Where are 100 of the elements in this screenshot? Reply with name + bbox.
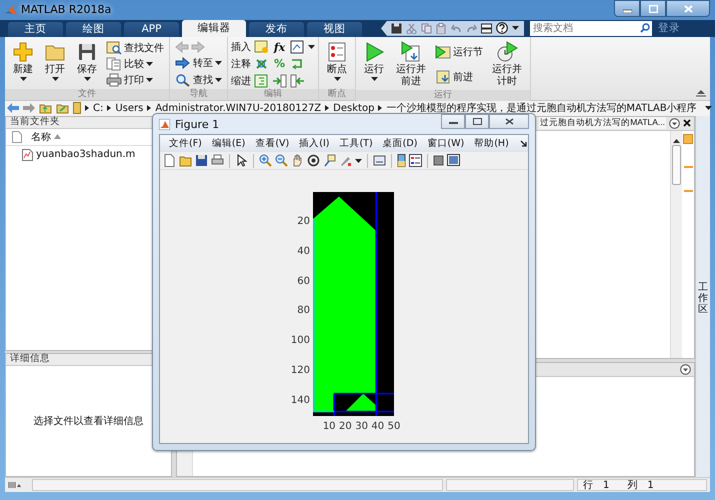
- path-segment[interactable]: Desktop: [333, 102, 374, 114]
- ribbon-button[interactable]: 打印: [104, 72, 166, 88]
- smart-indent-icon[interactable]: [254, 74, 269, 88]
- close-icon[interactable]: [683, 119, 691, 128]
- dropdown-caret-icon[interactable]: [20, 76, 26, 81]
- up-folder-icon[interactable]: [39, 102, 52, 114]
- workspace-tab[interactable]: 工作区: [698, 120, 708, 478]
- run-section-icon[interactable]: [435, 45, 451, 60]
- dropdown-caret-icon[interactable]: [308, 45, 315, 50]
- zoom-out-icon[interactable]: [275, 154, 288, 167]
- indent-icon[interactable]: [272, 74, 287, 88]
- ribbon-tab[interactable]: 主页: [8, 22, 63, 37]
- plus-icon[interactable]: [12, 40, 34, 63]
- caret-icon[interactable]: [355, 158, 362, 162]
- legend-icon[interactable]: [409, 154, 422, 167]
- data-cursor-icon[interactable]: [323, 154, 336, 167]
- menu-item[interactable]: 文件(F): [164, 137, 207, 150]
- dropdown-caret-icon[interactable]: [334, 76, 340, 81]
- menu-item[interactable]: 编辑(E): [206, 137, 250, 150]
- ribbon-button[interactable]: 查找文件: [104, 40, 166, 56]
- ribbon-tab[interactable]: 绘图: [66, 22, 121, 37]
- table-icon[interactable]: [290, 40, 305, 54]
- colorbar-icon[interactable]: [397, 154, 406, 167]
- new-figure-icon[interactable]: [163, 154, 176, 167]
- back-icon[interactable]: [7, 103, 19, 114]
- open-file-icon[interactable]: [179, 154, 192, 167]
- find-file-icon[interactable]: [106, 40, 122, 55]
- menu-item[interactable]: 桌面(D): [378, 137, 422, 150]
- search-icon[interactable]: [175, 72, 191, 87]
- menu-item[interactable]: 工具(T): [334, 137, 378, 150]
- file-item[interactable]: yuanbao3shadun.m: [36, 149, 136, 160]
- maximize-button[interactable]: [640, 0, 666, 17]
- sign-in-link[interactable]: 登录: [658, 21, 680, 36]
- breakpoint-icon[interactable]: [326, 40, 348, 63]
- goto-arrow-icon[interactable]: [175, 56, 191, 70]
- ribbon-button[interactable]: 注释: [231, 56, 251, 71]
- dropdown-caret-icon[interactable]: [52, 76, 58, 81]
- hide-plot-tools-icon[interactable]: [433, 155, 444, 166]
- outdent-icon[interactable]: [290, 74, 305, 88]
- collapse-ribbon-icon[interactable]: [696, 88, 706, 97]
- ribbon-button[interactable]: 转至: [173, 54, 224, 71]
- ribbon-button[interactable]: 运行并前进: [391, 38, 431, 90]
- advance-icon[interactable]: [435, 70, 451, 84]
- dropdown-caret-icon[interactable]: [84, 76, 90, 81]
- caret-icon[interactable]: [512, 26, 519, 30]
- paste-icon[interactable]: [436, 22, 447, 34]
- uncomment-icon[interactable]: [254, 56, 269, 71]
- save-icon[interactable]: [391, 22, 402, 34]
- maximize-button[interactable]: [465, 114, 489, 129]
- ribbon-button[interactable]: 打开: [40, 38, 70, 89]
- layout-icon[interactable]: [8, 481, 21, 490]
- menu-item[interactable]: 窗口(W): [422, 137, 470, 150]
- dropdown-caret-icon[interactable]: [146, 78, 153, 82]
- editor-tab[interactable]: 过元胞自动机方法写的MATLA...: [539, 117, 666, 130]
- tab-menu-icon[interactable]: [669, 118, 680, 129]
- plot-tools-icon[interactable]: [447, 154, 460, 167]
- save-icon[interactable]: [195, 154, 208, 167]
- dropdown-caret-icon[interactable]: [146, 62, 153, 66]
- ribbon-button[interactable]: 比较: [104, 56, 166, 72]
- minimize-button[interactable]: [614, 0, 640, 17]
- ribbon-button[interactable]: 查找: [173, 72, 224, 88]
- pointer-icon[interactable]: [235, 154, 248, 167]
- link-plot-icon[interactable]: [373, 154, 386, 167]
- printer-icon[interactable]: [106, 72, 122, 87]
- hand-icon[interactable]: [291, 154, 304, 167]
- insert-icon[interactable]: [254, 40, 269, 54]
- ribbon-button[interactable]: 运行并计时: [487, 38, 527, 90]
- ribbon-tab[interactable]: 编辑器: [182, 20, 246, 37]
- ribbon-button[interactable]: 保存: [72, 38, 102, 89]
- ribbon-button[interactable]: fx: [272, 40, 287, 54]
- compare-files-icon[interactable]: [106, 56, 122, 71]
- zoom-in-icon[interactable]: [259, 154, 272, 167]
- ribbon-button[interactable]: 断点: [322, 38, 352, 89]
- search-field[interactable]: 搜索文档: [530, 20, 652, 36]
- ribbon-tab[interactable]: 发布: [249, 22, 304, 37]
- path-segment[interactable]: 一个沙堆模型的程序实现，是通过元胞自动机方法写的MATLAB小程序: [386, 101, 697, 116]
- run-timer-icon[interactable]: [496, 40, 518, 63]
- menu-item[interactable]: 插入(I): [294, 137, 334, 150]
- dropdown-caret-icon[interactable]: [370, 76, 378, 81]
- brush-icon[interactable]: [339, 154, 352, 167]
- help-icon[interactable]: [496, 22, 508, 34]
- close-button[interactable]: [489, 114, 529, 129]
- ribbon-tab[interactable]: 视图: [307, 22, 362, 37]
- menu-item[interactable]: 帮助(H): [469, 137, 514, 150]
- ribbon-button[interactable]: 缩进: [231, 74, 251, 88]
- run-advance-icon[interactable]: [400, 40, 422, 63]
- switch-windows-icon[interactable]: [481, 22, 492, 34]
- dropdown-caret-icon[interactable]: [704, 106, 712, 110]
- column-header[interactable]: 名称: [31, 130, 51, 144]
- path-segment[interactable]: Administrator.WIN7U-20180127Z: [155, 102, 322, 114]
- panel-menu-icon[interactable]: [680, 364, 691, 375]
- ribbon-tab[interactable]: APP: [124, 22, 179, 37]
- close-button[interactable]: [666, 0, 710, 17]
- dock-arrow-icon[interactable]: [520, 140, 528, 148]
- forward-icon[interactable]: [23, 103, 35, 114]
- printer-icon[interactable]: [211, 154, 224, 167]
- dropdown-caret-icon[interactable]: [215, 60, 222, 65]
- path-segment[interactable]: Users: [115, 102, 144, 114]
- dropdown-caret-icon[interactable]: [215, 78, 222, 82]
- ribbon-button[interactable]: 运行: [359, 38, 389, 90]
